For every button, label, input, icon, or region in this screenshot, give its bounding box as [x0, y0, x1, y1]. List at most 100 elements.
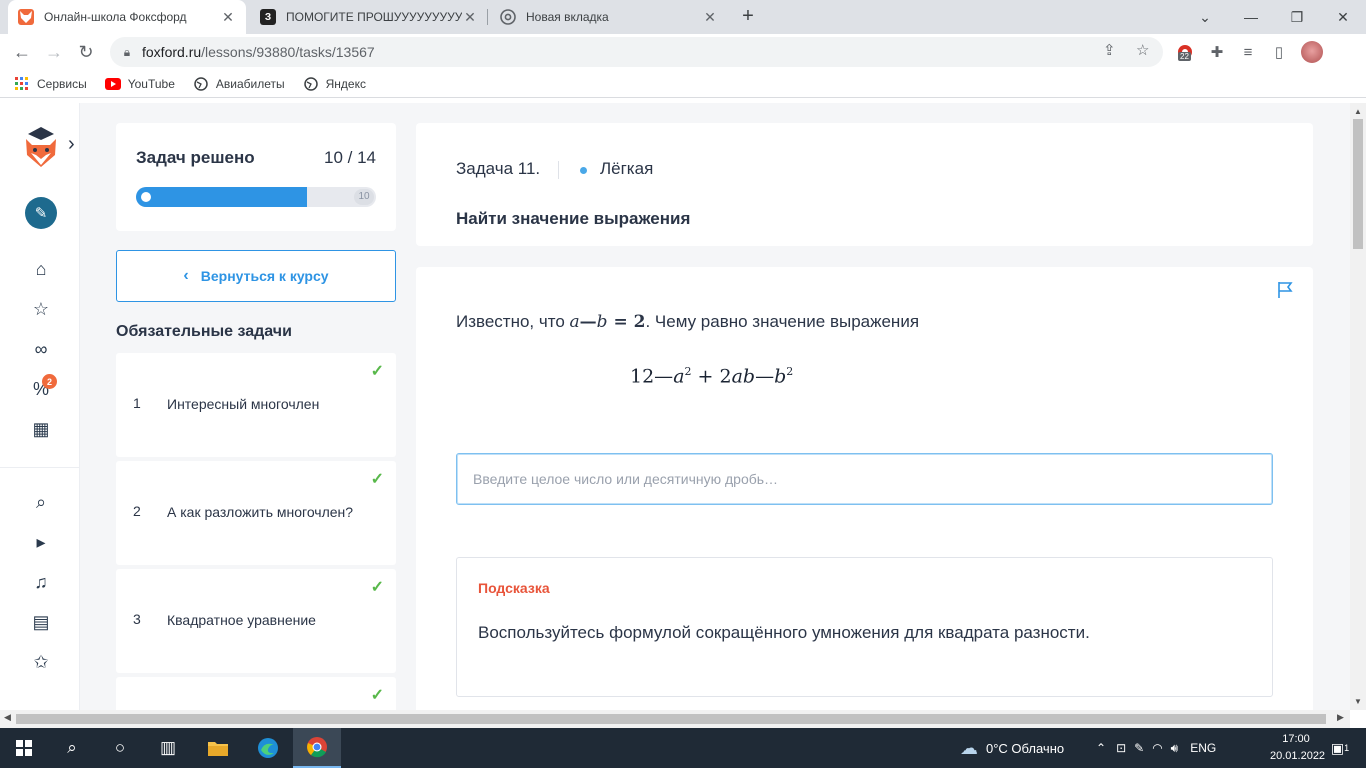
reload-icon[interactable]: ↻ [72, 38, 100, 66]
tray-pen-icon[interactable]: ✎ [1134, 741, 1144, 755]
share-icon[interactable]: ⇪ [1103, 41, 1116, 59]
checkmark-icon: ✓ [370, 363, 384, 380]
task-view-icon[interactable]: ▥ [144, 728, 192, 768]
home-icon[interactable]: ⌂ [28, 256, 54, 282]
user-avatar[interactable]: ✎ [25, 197, 57, 229]
task-list-item[interactable]: 3 Квадратное уравнение ✓ [116, 569, 396, 673]
lock-icon[interactable]: 🔒︎ [112, 45, 142, 60]
apps-grid-icon [14, 76, 30, 92]
section-title: Обязательные задачи [116, 323, 292, 340]
vertical-scrollbar[interactable]: ▲ ▼ [1350, 103, 1366, 710]
horizontal-scrollbar[interactable]: ◀ ▶ [0, 710, 1350, 728]
forward-icon[interactable]: → [40, 38, 68, 66]
scroll-thumb[interactable] [1353, 119, 1363, 249]
extension-badge: 22 [1178, 52, 1191, 61]
search-icon[interactable]: ⌕ [28, 489, 54, 515]
notes-icon[interactable]: ▤ [28, 609, 54, 635]
task-statement: Известно, что a—b = 2. Чему равно значен… [456, 312, 920, 332]
close-window-button[interactable]: ✕ [1320, 0, 1366, 34]
search-icon[interactable]: ⌕ [48, 728, 96, 768]
expand-rail-chevron-icon[interactable]: › [68, 133, 75, 156]
tab-new[interactable]: Новая вкладка ✕ [490, 0, 728, 34]
close-tab-icon[interactable]: ✕ [220, 9, 236, 26]
edge-icon[interactable] [244, 728, 292, 768]
wifi-icon[interactable]: ◠ [1152, 741, 1162, 755]
task-number: 1 [133, 395, 141, 411]
windows-start-icon[interactable] [0, 728, 48, 768]
task-title: Квадратное уравнение [167, 612, 316, 628]
tab-divider [487, 9, 488, 25]
task-number: 3 [133, 611, 141, 627]
scroll-up-icon[interactable]: ▲ [1350, 107, 1366, 116]
weather-widget[interactable]: ☁ 0°C Облачно [960, 728, 1064, 768]
url-text[interactable]: foxford.ru/lessons/93880/tasks/13567 [142, 44, 375, 60]
extensions-puzzle-icon[interactable]: ✚ [1206, 41, 1228, 63]
task-title: Интересный многочлен [167, 396, 320, 412]
cortana-icon[interactable]: ○ [96, 728, 144, 768]
checkmark-icon: ✓ [370, 471, 384, 488]
close-tab-icon[interactable]: ✕ [702, 9, 718, 26]
scroll-down-icon[interactable]: ▼ [1350, 697, 1366, 706]
volume-icon[interactable]: 🔊︎ [1171, 741, 1179, 756]
answer-input[interactable] [456, 453, 1273, 505]
minimize-button[interactable]: — [1228, 0, 1274, 34]
back-to-course-button[interactable]: ‹ Вернуться к курсу [116, 250, 396, 302]
tab-znanija[interactable]: З ПОМОГИТЕ ПРОШУУУУУУУУУ ✕ [250, 0, 488, 34]
back-icon[interactable]: ← [8, 38, 36, 66]
solved-label: Задач решено [136, 148, 255, 167]
restore-button[interactable]: ❐ [1274, 0, 1320, 34]
clock[interactable]: 17:00 20.01.2022 [1270, 731, 1325, 765]
hint-box: Подсказка Воспользуйтесь формулой сокращ… [456, 557, 1273, 697]
chrome-icon[interactable] [293, 728, 341, 768]
report-flag-icon[interactable] [1276, 281, 1294, 304]
task-title: А как разложить многочлен? [167, 504, 354, 520]
bookmark-services[interactable]: Сервисы [14, 76, 87, 92]
bookmark-youtube[interactable]: YouTube [104, 76, 175, 92]
side-panel-icon[interactable]: ▯ [1268, 41, 1290, 63]
calendar-icon[interactable]: ▦ [28, 416, 54, 442]
media-control-icon[interactable]: ≡ [1237, 41, 1259, 63]
foxford-logo[interactable] [22, 125, 60, 171]
language-indicator[interactable]: ENG [1190, 741, 1216, 755]
math-formula: 12—a2 + 2ab—b2 [630, 365, 794, 388]
task-list-item[interactable]: ✓ [116, 677, 396, 710]
progress-fill [136, 187, 308, 207]
tab-foxford[interactable]: Онлайн-школа Фоксфорд ✕ [8, 0, 246, 34]
address-bar[interactable]: 🔒︎ foxford.ru/lessons/93880/tasks/13567 [110, 37, 1163, 67]
show-hidden-icons-icon[interactable]: ⌃ [1096, 741, 1106, 755]
close-tab-icon[interactable]: ✕ [462, 9, 478, 26]
task-list-item[interactable]: 2 А как разложить многочлен? ✓ [116, 461, 396, 565]
favorites-star-icon[interactable]: ☆ [28, 296, 54, 322]
back-to-course-label: Вернуться к курсу [200, 268, 329, 284]
scroll-right-icon[interactable]: ▶ [1337, 712, 1344, 723]
globe-icon [303, 76, 319, 92]
task-list-item[interactable]: 1 Интересный многочлен ✓ [116, 353, 396, 457]
new-tab-button[interactable]: + [736, 5, 760, 29]
tab-strip: Онлайн-школа Фоксфорд ✕ З ПОМОГИТЕ ПРОШУ… [0, 0, 1366, 34]
checkmark-icon: ✓ [370, 579, 384, 596]
profile-avatar[interactable] [1301, 41, 1323, 63]
notification-center-icon[interactable]: ▣ 1 [1326, 728, 1354, 768]
bookmark-label: Сервисы [37, 76, 87, 91]
scroll-left-icon[interactable]: ◀ [4, 712, 11, 723]
courses-icon[interactable]: ∞ [28, 336, 54, 362]
task-header-card: Задача 11. Лёгкая Найти значение выражен… [416, 123, 1313, 246]
bookmark-star-icon[interactable]: ☆ [1136, 41, 1149, 59]
tray-device-icon[interactable]: ⊡ [1116, 741, 1126, 755]
file-explorer-icon[interactable] [194, 728, 242, 768]
achievements-star-icon[interactable]: ✩ [28, 649, 54, 675]
bookmark-aviatickets[interactable]: Авиабилеты [193, 76, 285, 92]
bookmark-label: YouTube [127, 76, 175, 91]
tab-search-icon[interactable]: ⌄ [1182, 0, 1228, 34]
video-icon[interactable]: ▸ [28, 529, 54, 555]
task-body-card: Известно, что a—b = 2. Чему равно значен… [416, 267, 1313, 710]
header-divider [558, 161, 559, 179]
system-tray: ⌃ ⊡ ✎ ◠ 🔊︎ ENG [1096, 728, 1216, 768]
youtube-icon [104, 76, 121, 92]
scroll-thumb[interactable] [16, 714, 1326, 724]
znanija-favicon-icon: З [260, 9, 276, 25]
bookmark-yandex[interactable]: Яндекс [303, 76, 366, 92]
headphones-icon[interactable]: ♫ [28, 569, 54, 595]
task-number: 2 [133, 503, 141, 519]
fox-favicon-icon [18, 9, 34, 25]
